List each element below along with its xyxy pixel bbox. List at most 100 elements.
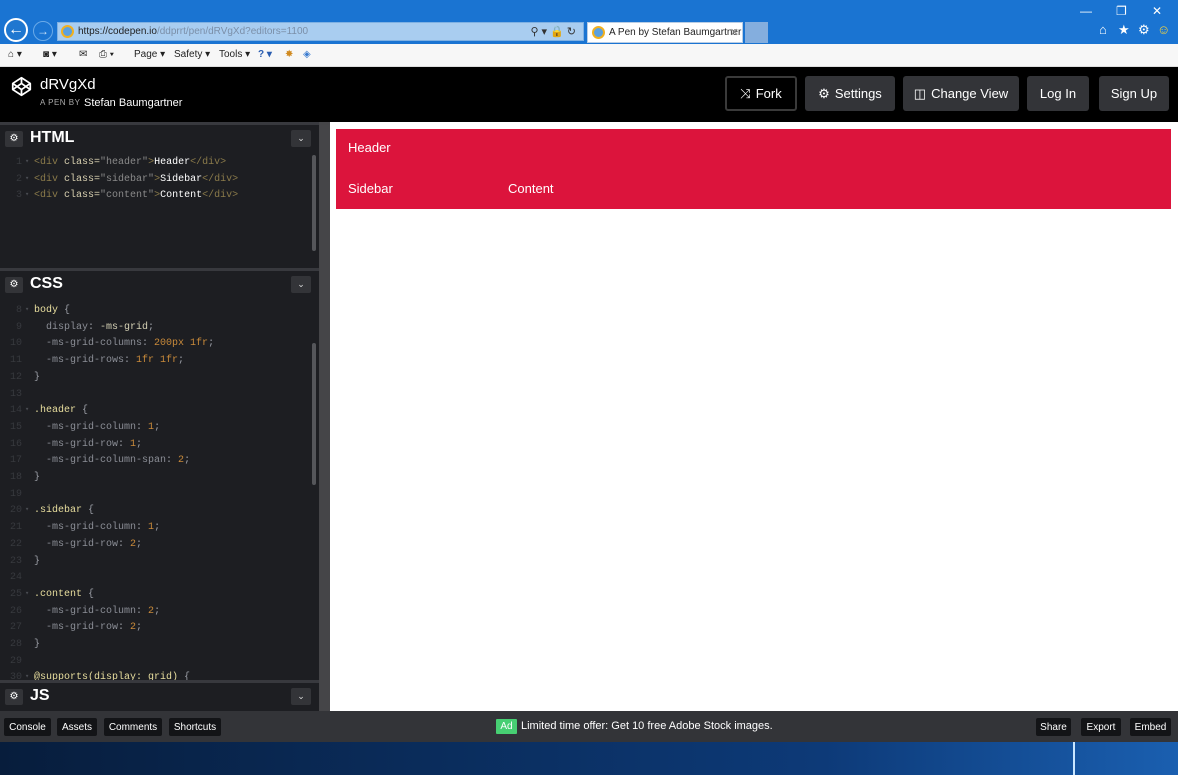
- code-token: -ms-grid-row: [34, 538, 119, 550]
- js-panel-header: ⚙ JS ⌄: [0, 680, 319, 710]
- code-token: ;: [178, 355, 185, 367]
- code-token: </div>: [202, 173, 239, 185]
- new-tab-button[interactable]: [745, 22, 768, 43]
- forward-button[interactable]: →: [33, 21, 53, 41]
- code-token: {: [82, 505, 95, 517]
- code-text: @supports(display: grid) {: [34, 672, 190, 680]
- settings-button[interactable]: ⚙ Settings: [805, 76, 895, 111]
- assets-button[interactable]: Assets: [57, 718, 97, 736]
- code-line: 22 -ms-grid-row: 2;: [0, 539, 319, 556]
- url-text[interactable]: https://codepen.io/ddprrt/pen/dRVgXd?edi…: [78, 26, 308, 37]
- browser-tab[interactable]: A Pen by Stefan Baumgartner ✕: [587, 22, 743, 43]
- code-token: ;: [136, 538, 143, 550]
- code-token: :: [136, 605, 149, 617]
- line-number: 21: [9, 522, 22, 534]
- editor-resize-handle[interactable]: [319, 122, 330, 711]
- codepen-logo-icon[interactable]: [11, 76, 32, 97]
- code-token: -ms-grid-column: [34, 421, 137, 433]
- code-line: 1 ▾ <div class="header">Header</div>: [0, 157, 319, 174]
- css-collapse-chevron-icon[interactable]: ⌄: [291, 276, 311, 293]
- signup-button[interactable]: Sign Up: [1099, 76, 1169, 111]
- code-token: :: [118, 538, 131, 550]
- print-menu-icon[interactable]: ⎙ ▾: [99, 49, 114, 60]
- console-button[interactable]: Console: [4, 718, 51, 736]
- close-window-button[interactable]: ✕: [1152, 4, 1162, 18]
- help-menu-icon[interactable]: ? ▾: [258, 49, 272, 60]
- fold-arrow-icon: ▾: [25, 158, 30, 166]
- fold-arrow-icon: ▾: [25, 406, 30, 415]
- code-token: class: [64, 190, 95, 202]
- change-view-button[interactable]: ◫ Change View: [903, 76, 1019, 111]
- codepen-header: dRVgXd A PEN BY Stefan Baumgartner ⤨ Fork…: [0, 67, 1178, 122]
- code-token: {: [76, 405, 89, 417]
- tools-menu[interactable]: Tools ▾: [219, 49, 250, 60]
- login-button[interactable]: Log In: [1027, 76, 1089, 111]
- pen-author-link[interactable]: Stefan Baumgartner: [84, 97, 182, 109]
- settings-gear-icon[interactable]: ⚙: [1138, 22, 1150, 38]
- code-line: 23}: [0, 556, 319, 573]
- code-token: ;: [208, 338, 215, 350]
- html-code-editor[interactable]: 1 ▾ <div class="header">Header</div> 2 ▾ <div…: [0, 153, 319, 268]
- minimize-button[interactable]: —: [1080, 4, 1092, 18]
- tab-close-icon[interactable]: ✕: [730, 26, 739, 39]
- feedback-smiley-icon[interactable]: ☺: [1157, 22, 1170, 37]
- code-text: }: [34, 372, 40, 383]
- share-button[interactable]: Share: [1036, 718, 1071, 736]
- html-settings-gear-icon[interactable]: ⚙: [5, 131, 23, 147]
- export-button[interactable]: Export: [1081, 718, 1121, 736]
- code-token: "sidebar": [100, 173, 155, 185]
- extension-icon[interactable]: ✸: [285, 49, 293, 60]
- address-bar-icons[interactable]: ⚲▾🔒↻: [531, 25, 580, 38]
- safety-menu[interactable]: Safety ▾: [174, 49, 210, 60]
- code-token: Header: [154, 157, 191, 168]
- css-panel-title: CSS: [30, 275, 63, 292]
- css-settings-gear-icon[interactable]: ⚙: [5, 277, 23, 293]
- home-menu-icon[interactable]: ⌂ ▾: [8, 49, 22, 60]
- shortcuts-button[interactable]: Shortcuts: [169, 718, 221, 736]
- preview-sidebar: Sidebar: [348, 181, 393, 196]
- pen-title: dRVgXd: [40, 76, 96, 93]
- line-number: 20: [9, 505, 22, 517]
- fork-button[interactable]: ⤨ Fork: [725, 76, 797, 111]
- comments-button[interactable]: Comments: [104, 718, 162, 736]
- css-editor-scrollbar[interactable]: [312, 343, 316, 485]
- code-token: <div: [34, 157, 65, 168]
- mail-icon[interactable]: ✉: [79, 49, 87, 60]
- code-token: ;: [148, 321, 155, 333]
- code-line: 28}: [0, 639, 319, 656]
- code-token: body: [34, 305, 59, 316]
- address-bar[interactable]: https://codepen.io/ddprrt/pen/dRVgXd?edi…: [57, 22, 584, 41]
- restore-button[interactable]: ❐: [1116, 4, 1127, 18]
- page-menu[interactable]: Page ▾: [134, 49, 165, 60]
- line-number: 10: [9, 338, 22, 350]
- fold-arrow-icon: ▾: [25, 191, 30, 200]
- code-token: }: [34, 639, 41, 650]
- line-number: 26: [9, 605, 22, 617]
- js-settings-gear-icon[interactable]: ⚙: [5, 689, 23, 705]
- code-token: 1fr 1fr: [136, 355, 179, 367]
- code-token: -ms-grid-column-span: [34, 455, 167, 467]
- home-icon[interactable]: ⌂: [1099, 22, 1107, 37]
- favorites-star-icon[interactable]: ★: [1118, 22, 1130, 38]
- code-token: </div>: [202, 190, 239, 202]
- code-token: class: [64, 173, 95, 185]
- line-number: 28: [9, 639, 22, 650]
- html-editor-scrollbar[interactable]: [312, 155, 316, 251]
- code-token: }: [34, 472, 41, 483]
- css-code-editor[interactable]: 8 ▾ body {9 display: -ms-grid; 10 -ms-grid-…: [0, 299, 319, 680]
- arrow-left-icon: ←: [8, 21, 24, 38]
- ad-link[interactable]: Limited time offer: Get 10 free Adobe St…: [521, 720, 773, 732]
- code-token: -ms-grid-row: [34, 622, 119, 634]
- code-token: @supports(display: grid): [34, 672, 179, 680]
- ie-logo-icon: [61, 25, 74, 38]
- code-token: <div: [34, 173, 65, 185]
- code-line: 27 -ms-grid-row: 2;: [0, 622, 319, 639]
- back-button[interactable]: ←: [4, 18, 28, 42]
- js-collapse-chevron-icon[interactable]: ⌄: [291, 688, 311, 705]
- code-line: 26 -ms-grid-column: 2;: [0, 606, 319, 623]
- html-collapse-chevron-icon[interactable]: ⌄: [291, 130, 311, 147]
- feeds-menu-icon[interactable]: ◙ ▾: [43, 49, 57, 60]
- devtools-icon[interactable]: ◈: [303, 49, 311, 60]
- arrow-right-icon: →: [37, 24, 49, 38]
- embed-button[interactable]: Embed: [1130, 718, 1171, 736]
